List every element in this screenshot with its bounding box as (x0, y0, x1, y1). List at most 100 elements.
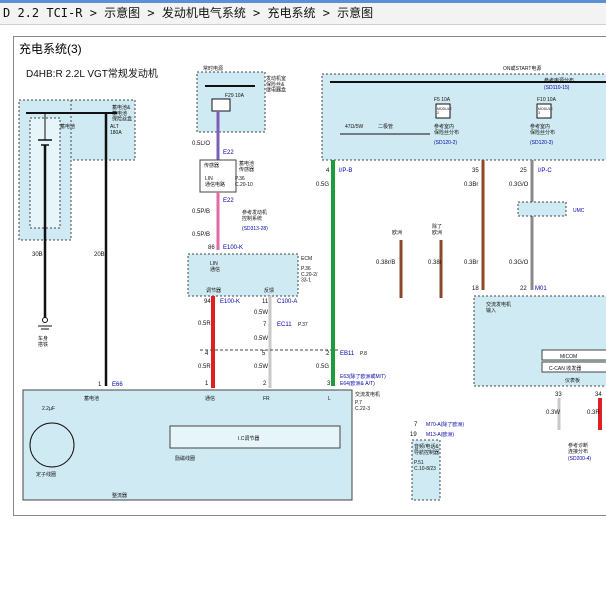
engine-room-fuse-label: 发动机室保险丝&继电器盒 (266, 75, 286, 94)
page-ref-8: P.8 (360, 351, 367, 357)
wire-05io: 0.5L/O (192, 141, 210, 147)
engine-room-fuse-box: 常时电源 F29 10A 发动机室保险丝&继电器盒 (196, 65, 286, 133)
conn-e22a: E22 (223, 150, 234, 156)
wire-05w-c: 0.5W (254, 364, 268, 370)
page-ref-37: P.37 (298, 322, 308, 328)
pin-4a: 4 (205, 351, 209, 357)
ecm-label: ECM (301, 256, 312, 262)
pin-34: 34 (595, 392, 602, 398)
pin-22: 22 (520, 286, 527, 292)
conn-m13: M13-A(欧洲) (426, 431, 454, 438)
conn-ec11: EC11 (277, 322, 292, 328)
conn-c100a: C100-A (277, 299, 297, 305)
wire-05r-a: 0.5R (198, 321, 211, 327)
pin-94: 94 (204, 299, 211, 305)
pin-3: 3 (327, 381, 331, 387)
engine-ctrl-label: 参考发动机控制系统 (242, 209, 267, 222)
battery-sensor-box: 传感器 LIN 通信电路 蓄电池传感器 P.36 C.20-10 (199, 159, 254, 193)
pin-7b: 7 (414, 422, 418, 428)
chassis-ground-label: 车身搭铁 (38, 335, 48, 348)
rectifier-label: 整流器 (112, 492, 127, 499)
on-start-panel: ON或START电源 F5 10A MODULE 2 F10 10A MODULE… (321, 65, 606, 161)
fuse-f10: F10 10A (537, 97, 557, 103)
power-dist-ref: (SD110-15) (544, 85, 570, 91)
wire-03r: 0.3R (587, 410, 600, 416)
always-live-label: 常时电源 (203, 65, 223, 72)
umc-label: UMC (573, 208, 585, 214)
pin-25: 25 (520, 168, 527, 174)
conn-e64: E64(欧洲& A/T) (340, 380, 375, 387)
engine-label: D4HB:R 2.2L VGT常规发动机 (26, 67, 158, 80)
diag-label: 参考诊断连接分布 (568, 442, 588, 455)
ccan-label: C-CAN 收发器 (549, 365, 581, 372)
pin-7: 7 (263, 322, 267, 328)
wire-05g-a: 0.5G (316, 182, 329, 188)
pin-1: 1 (205, 381, 209, 387)
diode-label: 二极管 (378, 123, 393, 130)
pin-35: 35 (472, 168, 479, 174)
pin-33: 33 (555, 392, 562, 398)
page-ref-7: P.7 C.22-3 (355, 400, 370, 412)
micom-label: MICOM (560, 354, 577, 360)
on-start-label: ON或START电源 (503, 65, 541, 72)
conn-ipb: I/P-B (339, 168, 352, 174)
wire-03gio-b: 0.3G/O (509, 260, 529, 266)
pin-86: 86 (208, 245, 215, 251)
europe-label: 欧洲 (392, 229, 402, 236)
conn-e100k-b: E100-K (220, 299, 240, 305)
fuse-f5: F5 10A (434, 97, 451, 103)
not-europe-label: 除了欧洲 (432, 223, 442, 236)
indoor-fuse-b-ref: (SD120-3) (530, 140, 553, 146)
battery-label: 蓄电池 (60, 123, 75, 130)
regulation-label: 调节器 (206, 287, 221, 294)
sensor-label: 传感器 (204, 162, 219, 169)
wire-05w-a: 0.5W (254, 310, 268, 316)
conn-e66: E66 (112, 382, 123, 388)
comm-label: 通信 (205, 395, 215, 402)
indoor-fuse-a-ref: (SD120-2) (434, 140, 457, 146)
alt-battery-label: 蓄电池 (84, 395, 99, 402)
diag-ref: (SD200-4) (568, 456, 591, 462)
fuse-f29: F29 10A (225, 93, 245, 99)
pin-2a: 2 (326, 351, 330, 357)
conn-e63: E63(除了欧洲或M/T) (340, 373, 386, 380)
pin-18: 18 (472, 286, 479, 292)
wire-05g-b: 0.5G (316, 364, 329, 370)
battery-sensor-label: 蓄电池传感器 (239, 160, 254, 173)
excitation-label: 励磁线圈 (175, 455, 195, 462)
wire-05pb-a: 0.5P/B (192, 209, 210, 215)
wire-05w-b: 0.5W (254, 336, 268, 342)
engine-ctrl-ref: (SD313-28) (242, 226, 268, 232)
feedback-label: 反馈 (264, 287, 274, 294)
wire-038r-a: 0.38r (428, 260, 442, 266)
pin-4b: 4 (326, 168, 330, 174)
page-ref-36b: P.36 C.20-2/33-1 (301, 266, 318, 284)
pin-2: 2 (263, 381, 267, 387)
battery-fuse-box: 蓄电池&蓄电池保险丝盒 蓄电池 ALT 180A (18, 99, 136, 386)
pin-11: 11 (262, 299, 269, 305)
wire-30b: 30B (32, 252, 43, 258)
wiring-diagram: D4HB:R 2.2L VGT常规发动机 蓄电池&蓄电池保险丝盒 蓄电池 ALT… (18, 65, 606, 501)
meter-ctrl-label: 音频/电话&导航控制器 (414, 443, 439, 456)
ic-reg-label: I.C调节器 (238, 435, 259, 442)
fr-label: FR (263, 396, 270, 402)
conn-m70: M70-A(除了欧洲) (426, 421, 464, 428)
wire-05r-b: 0.5R (198, 364, 211, 370)
conn-m01: M01 (535, 286, 547, 292)
cap-label: 2.2µF (42, 406, 55, 412)
stator-label: 定子线圈 (36, 471, 56, 478)
alternator-box: 交流发电机 P.7 C.22-3 1 E66 蓄电池 通信 FR L 2.2µF … (22, 382, 380, 501)
conn-e22b: E22 (223, 198, 234, 204)
audio-nav-box: 7 M70-A(除了欧洲) 19 M13-A(欧洲) 音频/电话&导航控制器 P… (410, 421, 464, 501)
pin-19: 19 (410, 432, 417, 438)
meter-panel: 交流发电机输入 MICOM C-CAN 收发器 仪表板 (473, 295, 606, 387)
page-ref-36a: P.36 C.20-10 (235, 176, 253, 188)
wire-05pb-b: 0.5P/B (192, 232, 210, 238)
resistor-label: 47Ω/5W (345, 124, 363, 130)
conn-ipc: I/P-C (538, 168, 552, 174)
wire-03w: 0.3W (546, 410, 560, 416)
wire-20b: 20B (94, 252, 105, 258)
alternator-label: 交流发电机 (355, 391, 380, 398)
conn-e100k-a: E100-K (223, 245, 243, 251)
wire-038r-b: 0.3Br (464, 182, 478, 188)
